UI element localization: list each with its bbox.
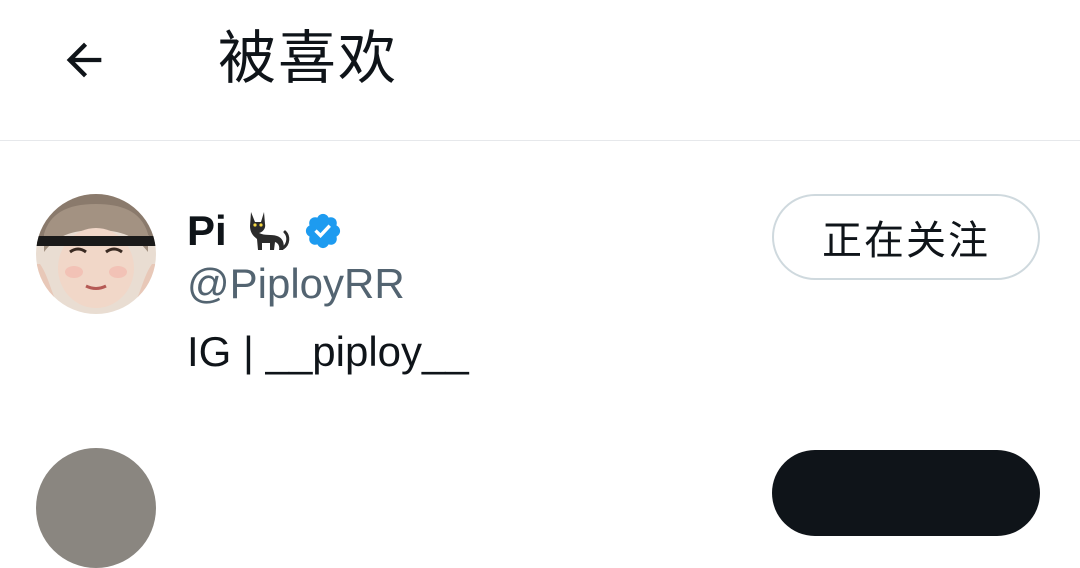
avatar[interactable] [36, 448, 156, 568]
user-bio: IG | __piploy__ [187, 328, 469, 375]
back-button[interactable] [52, 28, 116, 92]
following-button[interactable]: 正在关注 [772, 194, 1040, 280]
display-name[interactable]: Pi [187, 203, 227, 259]
user-list-item[interactable]: Pi @PiployRR IG | __piploy__ 正在关注 [0, 141, 1080, 401]
user-handle: @PiployRR [187, 260, 405, 307]
verified-badge-icon [305, 213, 340, 249]
avatar[interactable] [36, 194, 156, 314]
top-bar: 被喜欢 [0, 0, 1080, 141]
arrow-left-icon [66, 42, 102, 78]
follow-button[interactable] [772, 450, 1040, 536]
page-title: 被喜欢 [218, 24, 399, 92]
name-line: Pi [187, 203, 343, 259]
black-cat-icon [249, 212, 289, 250]
